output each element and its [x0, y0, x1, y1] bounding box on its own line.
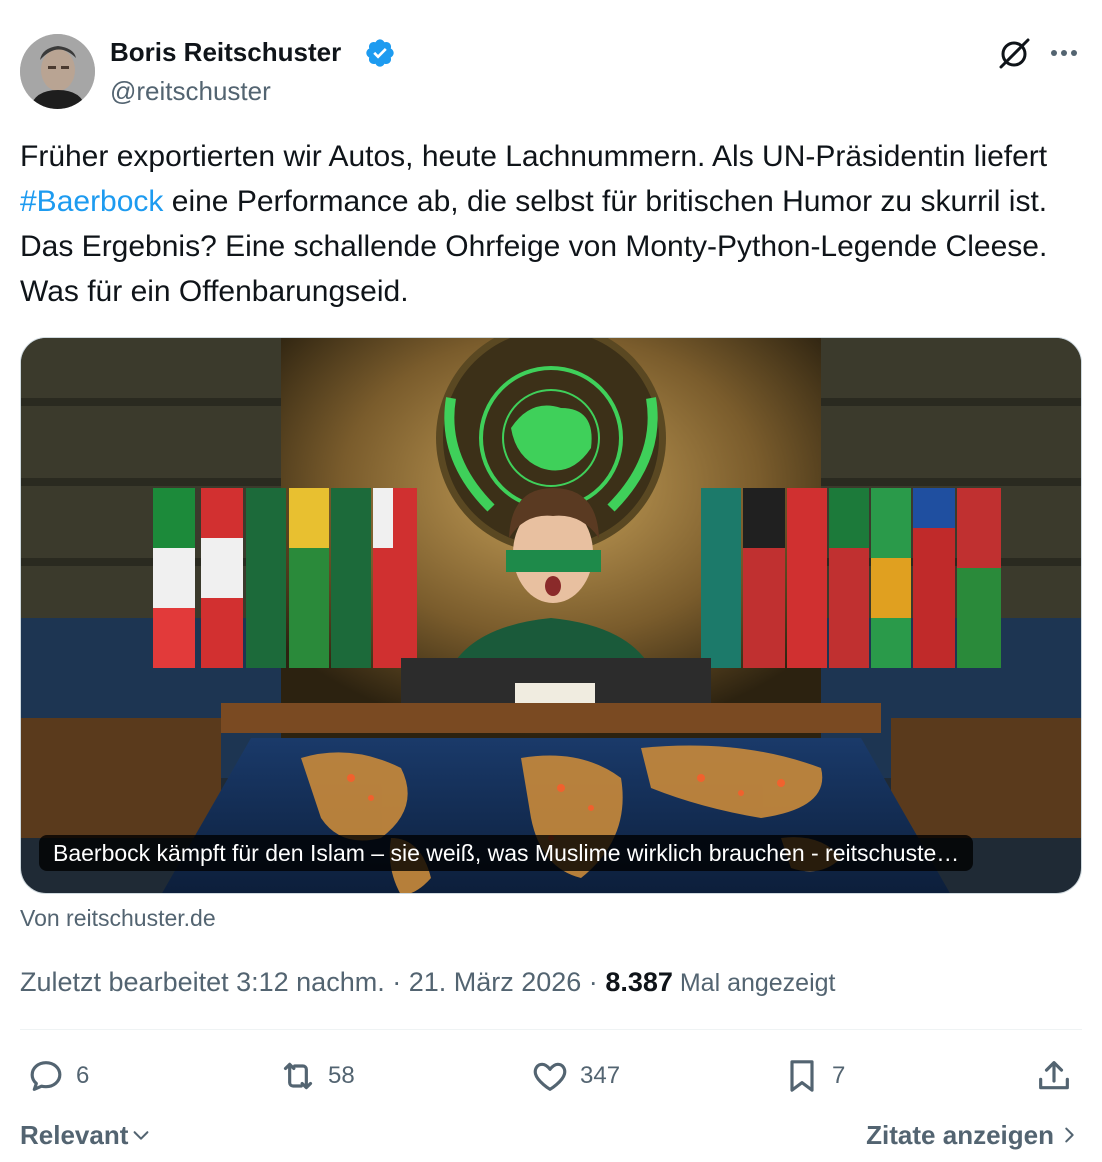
grok-icon[interactable] — [996, 36, 1032, 72]
view-quotes-link[interactable]: Zitate anzeigen — [866, 1118, 1080, 1152]
chevron-down-icon — [133, 1131, 149, 1140]
views-label: Mal angezeigt — [672, 969, 836, 997]
share-icon — [1039, 1061, 1069, 1090]
repost-button[interactable]: 58 — [278, 1054, 355, 1098]
reply-button[interactable]: 6 — [26, 1054, 89, 1098]
sort-label: Relevant — [20, 1120, 129, 1150]
like-button[interactable]: 347 — [530, 1054, 620, 1098]
card-source[interactable]: Von reitschuster.de — [20, 902, 216, 934]
repost-count: 58 — [328, 1062, 355, 1089]
repost-icon — [283, 1062, 313, 1090]
bookmark-icon — [790, 1060, 814, 1092]
share-button[interactable] — [1034, 1054, 1074, 1098]
tweet-text-after: eine Performance ab, die selbst für brit… — [20, 185, 1048, 308]
heart-icon — [533, 1062, 567, 1091]
tweet-text-before: Früher exportierten wir Autos, heute Lac… — [20, 140, 1048, 173]
card-image — [21, 338, 1081, 893]
author-avatar[interactable] — [20, 34, 95, 109]
tweet-text: Früher exportierten wir Autos, heute Lac… — [20, 134, 1090, 314]
bookmark-count: 7 — [832, 1062, 846, 1089]
sort-dropdown[interactable]: Relevant — [20, 1118, 152, 1152]
author-name[interactable]: Boris Reitschuster — [110, 34, 341, 70]
tweet-meta: Zuletzt bearbeitet 3:12 nachm. · 21. Mär… — [20, 964, 836, 1001]
author-handle[interactable]: @reitschuster — [110, 74, 271, 108]
card-caption: Baerbock kämpft für den Islam – sie weiß… — [39, 835, 974, 871]
reply-icon — [30, 1061, 62, 1091]
hashtag-link[interactable]: #Baerbock — [20, 185, 163, 218]
reply-count: 6 — [76, 1062, 90, 1089]
divider — [20, 1029, 1082, 1030]
views-count: 8.387 — [605, 967, 673, 997]
quotes-label: Zitate anzeigen — [866, 1120, 1054, 1150]
chevron-right-icon — [1065, 1127, 1074, 1143]
bookmark-button[interactable]: 7 — [782, 1054, 845, 1098]
more-dots-icon[interactable] — [1047, 38, 1081, 68]
like-count: 347 — [580, 1062, 621, 1089]
edited-timestamp[interactable]: Zuletzt bearbeitet 3:12 nachm. · 21. Mär… — [20, 967, 605, 997]
verified-badge-icon — [366, 39, 394, 67]
link-card-image[interactable]: Baerbock kämpft für den Islam – sie weiß… — [20, 337, 1082, 894]
